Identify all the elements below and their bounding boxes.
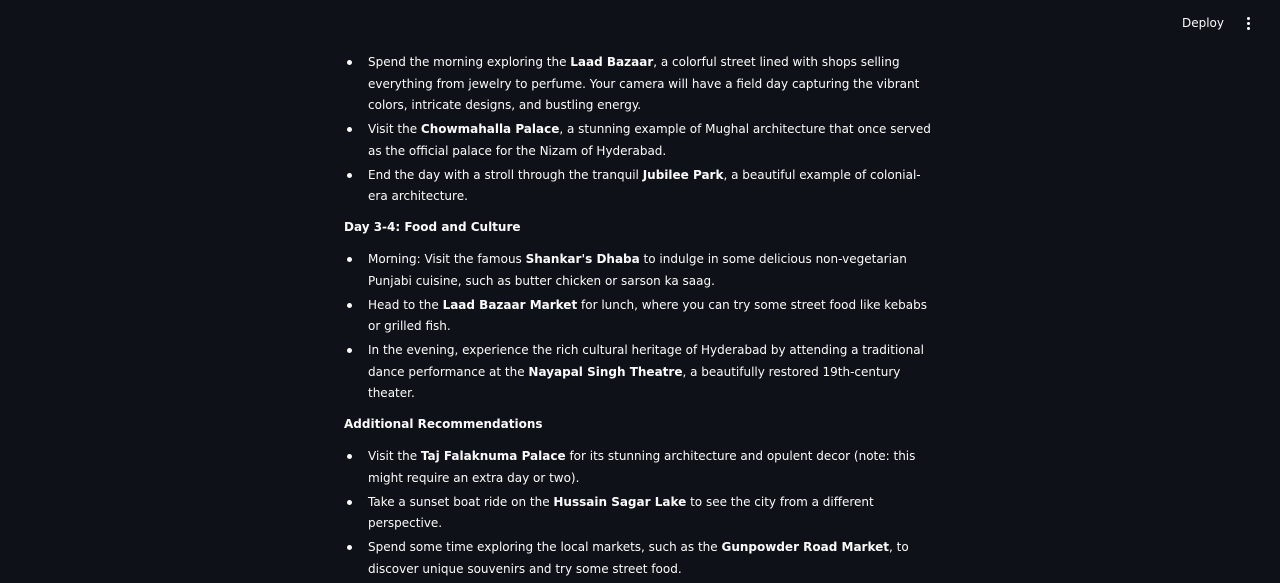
list-item-text: Morning: Visit the famous [368,252,526,266]
list-item-text: Head to the [368,297,443,312]
bold-place-name: Hussain Sagar Lake [553,494,687,509]
bold-place-name: Nayapal Singh Theatre [528,364,683,379]
chat-message-content: Spend the morning exploring the Laad Baz… [344,52,936,583]
app-header: Deploy [0,0,1280,44]
bold-place-name: Chowmahalla Palace [420,122,560,136]
deploy-button[interactable]: Deploy [1176,12,1230,34]
bullet-list: Spend the morning exploring the Laad Baz… [344,52,936,208]
bold-place-name: Shankar's Dhaba [525,252,640,266]
list-item-text: Visit the [368,122,421,136]
bold-place-name: Gunpowder Road Market [721,540,890,554]
bold-place-name: Laad Bazaar [570,55,654,69]
bullet-list: Morning: Visit the famous Shankar's Dhab… [344,249,936,405]
list-item: Take a sunset boat ride on the Hussain S… [344,492,936,535]
section-heading: Day 3-4: Food and Culture [344,219,521,234]
list-item-text: Take a sunset boat ride on the [368,494,554,509]
list-item-text: Spend the morning exploring the [368,55,571,69]
bold-place-name: Laad Bazaar Market [442,297,578,312]
bold-place-name: Taj Falaknuma Palace [420,449,566,463]
list-item: In the evening, experience the rich cult… [344,340,936,405]
list-item-text: Visit the [368,449,421,463]
list-item: End the day with a stroll through the tr… [344,165,936,208]
list-item: Morning: Visit the famous Shankar's Dhab… [344,249,936,292]
more-options-icon[interactable] [1240,12,1256,34]
list-item: Visit the Chowmahalla Palace, a stunning… [344,119,936,162]
list-item: Spend some time exploring the local mark… [344,537,936,580]
list-item: Spend the morning exploring the Laad Baz… [344,52,936,117]
section-heading: Additional Recommendations [344,416,543,431]
list-item-text: Spend some time exploring the local mark… [368,540,722,554]
list-item: Visit the Taj Falaknuma Palace for its s… [344,446,936,489]
list-item: Head to the Laad Bazaar Market for lunch… [344,295,936,338]
bold-place-name: Jubilee Park [642,167,724,182]
list-item-text: End the day with a stroll through the tr… [368,167,643,182]
